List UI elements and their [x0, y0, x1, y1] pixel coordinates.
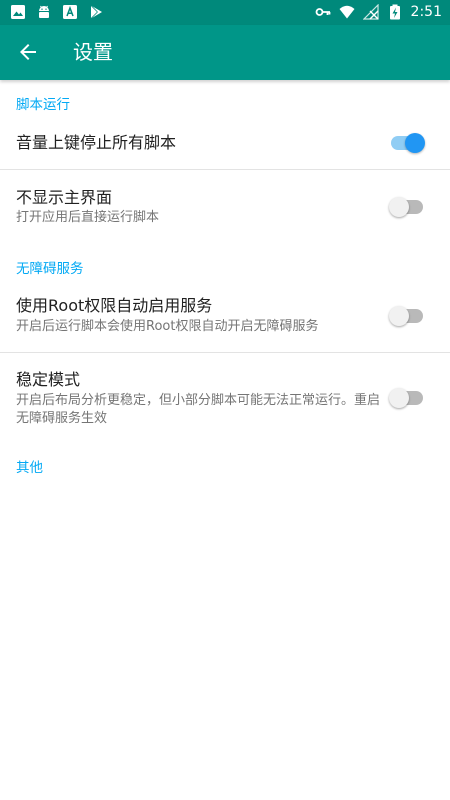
app-bar: 设置 [0, 25, 450, 80]
play-store-icon [90, 5, 102, 19]
section-header-accessibility: 无障碍服务 [16, 261, 84, 277]
switch-thumb [389, 388, 409, 408]
pref-title: 使用Root权限自动启用服务 [16, 296, 213, 315]
status-bar-system: 2:51 [315, 3, 442, 21]
image-icon [11, 5, 25, 19]
vpn-key-icon [315, 8, 330, 16]
arrow-back-icon[interactable] [16, 40, 40, 64]
section-header-script-run: 脚本运行 [16, 97, 70, 113]
status-bar-notifications [10, 4, 104, 20]
switch-thumb [389, 197, 409, 217]
font-icon [63, 5, 77, 19]
pref-title: 不显示主界面 [16, 188, 113, 207]
pref-summary: 打开应用后直接运行脚本 [16, 210, 160, 225]
android-icon [39, 5, 49, 18]
hide-main-screen-toggle[interactable] [389, 195, 425, 219]
pref-summary: 开启后运行脚本会使用Root权限自动开启无障碍服务 [16, 319, 319, 334]
volume-up-stop-toggle[interactable] [389, 131, 425, 155]
pref-title: 稳定模式 [16, 370, 81, 389]
no-signal-icon [362, 4, 379, 20]
switch-thumb [405, 133, 425, 153]
section-header-other: 其他 [16, 460, 43, 476]
wifi-icon [339, 5, 355, 19]
pref-title: 音量上键停止所有脚本 [16, 133, 177, 152]
status-time: 2:51 [410, 4, 442, 20]
status-bar: 2:51 [0, 0, 450, 25]
root-auto-enable-toggle[interactable] [389, 304, 425, 328]
page-title: 设置 [73, 40, 113, 64]
stable-mode-toggle[interactable] [389, 386, 425, 410]
battery-charging-icon [389, 4, 400, 20]
switch-thumb [389, 306, 409, 326]
divider [0, 169, 450, 170]
divider [0, 352, 450, 353]
pref-summary: 开启后布局分析更稳定，但小部分脚本可能无法正常运行。重启无障碍服务生效 [16, 393, 381, 426]
